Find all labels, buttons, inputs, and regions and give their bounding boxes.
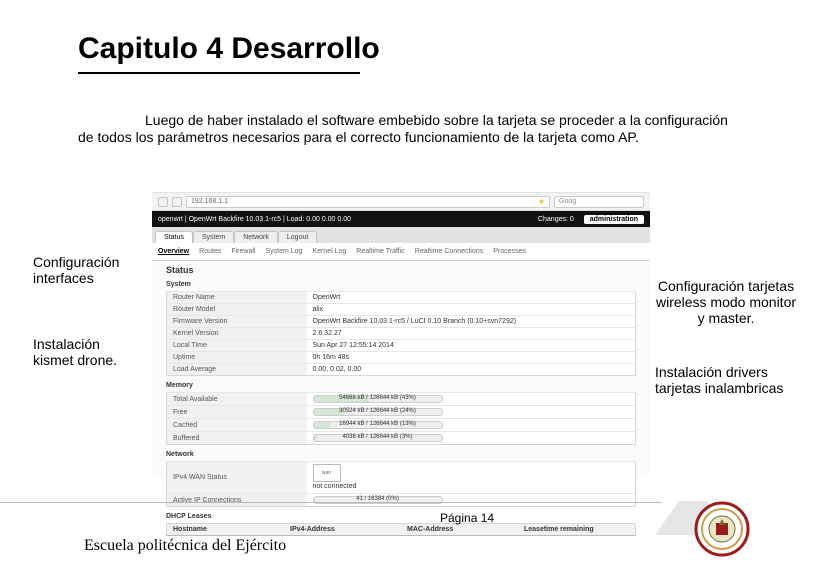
back-button[interactable] [158, 197, 168, 207]
page-number: Página 14 [440, 511, 494, 525]
row-v: alix [307, 304, 636, 316]
col-hostname: Hostname [167, 524, 284, 535]
system-heading: System [166, 281, 636, 288]
subtab-routes[interactable]: Routes [199, 248, 221, 255]
row-k: Firmware Version [167, 316, 307, 328]
wan-info: not connected [313, 483, 357, 490]
row-k: Router Name [167, 292, 307, 304]
changes-label[interactable]: Changes: 0 [538, 216, 574, 223]
address-bar[interactable]: 192.168.1.1 ★ [186, 196, 550, 208]
network-table: IPv4 WAN Status wan not connected Active… [166, 461, 636, 507]
tab-status[interactable]: Status [155, 231, 193, 243]
row-v: 41 / 16384 (0%) [307, 494, 636, 507]
subtab-rtconn[interactable]: Realtime Connections [415, 248, 483, 255]
page-title: Capitulo 4 Desarrollo [78, 32, 380, 66]
title-underline [78, 72, 360, 74]
row-v: wan not connected [307, 462, 636, 494]
row-v: 0h 16m 48s [307, 352, 636, 364]
memory-heading: Memory [166, 382, 636, 389]
annotation-kismet: Instalación kismet drone. [33, 336, 143, 368]
footer-divider [0, 502, 662, 503]
subtab-syslog[interactable]: System Log [265, 248, 302, 255]
network-heading: Network [166, 451, 636, 458]
forward-button[interactable] [172, 197, 182, 207]
address-text: 192.168.1.1 [191, 198, 228, 205]
row-k: IPv4 WAN Status [167, 462, 307, 494]
row-k: Total Available [167, 393, 307, 406]
col-ipv4: IPv4-Address [284, 524, 401, 535]
row-v: 2.6.32.27 [307, 328, 636, 340]
dhcp-column-headers: Hostname IPv4-Address MAC-Address Leaset… [166, 523, 636, 536]
memory-table: Total Available54668 kB / 126644 kB (43%… [166, 392, 636, 445]
subtab-firewall[interactable]: Firewall [231, 248, 255, 255]
annotation-wireless: Configuración tarjetas wireless modo mon… [651, 278, 801, 326]
bookmark-icon[interactable]: ★ [538, 197, 545, 206]
row-k: Free [167, 406, 307, 419]
row-v: OpenWrt [307, 292, 636, 304]
school-name: Escuela politécnica del Ejército [84, 537, 286, 555]
admin-header: openwrt | OpenWrt Backfire 10.03.1-rc5 |… [152, 211, 650, 227]
row-k: Active IP Connections [167, 494, 307, 507]
sub-tabs: Overview Routes Firewall System Log Kern… [152, 243, 650, 261]
intro-paragraph: Luego de haber instalado el software emb… [78, 112, 728, 146]
tab-logout[interactable]: Logout [278, 231, 317, 243]
row-v: 4036 kB / 126644 kB (3%) [307, 432, 636, 445]
footer-decoration [655, 501, 679, 535]
row-v: 30524 kB / 126644 kB (24%) [307, 406, 636, 419]
brand-text: openwrt | OpenWrt Backfire 10.03.1-rc5 |… [158, 216, 351, 223]
row-k: Cached [167, 419, 307, 432]
annotation-drivers: Instalación drivers tarjetas inalambrica… [655, 364, 795, 396]
tab-system[interactable]: System [193, 231, 234, 243]
col-mac: MAC-Address [401, 524, 518, 535]
dhcp-heading: DHCP Leases [166, 513, 636, 520]
status-heading: Status [166, 265, 636, 275]
subtab-rttraffic[interactable]: Realtime Traffic [356, 248, 405, 255]
row-v: 54668 kB / 126644 kB (43%) [307, 393, 636, 406]
administration-button[interactable]: administration [584, 215, 644, 224]
row-k: Buffered [167, 432, 307, 445]
row-k: Kernel Version [167, 328, 307, 340]
search-box[interactable]: Goog [554, 196, 644, 208]
screenshot-openwrt: 192.168.1.1 ★ Goog openwrt | OpenWrt Bac… [152, 192, 650, 476]
school-seal-icon [694, 501, 750, 557]
row-k: Load Average [167, 364, 307, 376]
row-k: Router Model [167, 304, 307, 316]
col-lease: Leasetime remaining [518, 524, 635, 535]
wan-iface-icon: wan [313, 464, 341, 482]
annotation-interfaces: Configuración interfaces [33, 254, 143, 286]
subtab-kernellog[interactable]: Kernel Log [312, 248, 346, 255]
row-v: 16944 kB / 126644 kB (13%) [307, 419, 636, 432]
row-v: 0.00, 0.02, 0.00 [307, 364, 636, 376]
browser-bar: 192.168.1.1 ★ Goog [152, 193, 650, 211]
row-k: Local Time [167, 340, 307, 352]
main-tabs: Status System Network Logout [152, 227, 650, 243]
system-table: Router NameOpenWrt Router Modelalix Firm… [166, 291, 636, 376]
subtab-overview[interactable]: Overview [158, 248, 189, 255]
row-k: Uptime [167, 352, 307, 364]
tab-network[interactable]: Network [234, 231, 278, 243]
row-v: Sun Apr 27 12:55:14 2014 [307, 340, 636, 352]
row-v: OpenWrt Backfire 10.03.1-rc5 / LuCI 0.10… [307, 316, 636, 328]
subtab-processes[interactable]: Processes [493, 248, 526, 255]
search-placeholder: Goog [559, 198, 576, 205]
